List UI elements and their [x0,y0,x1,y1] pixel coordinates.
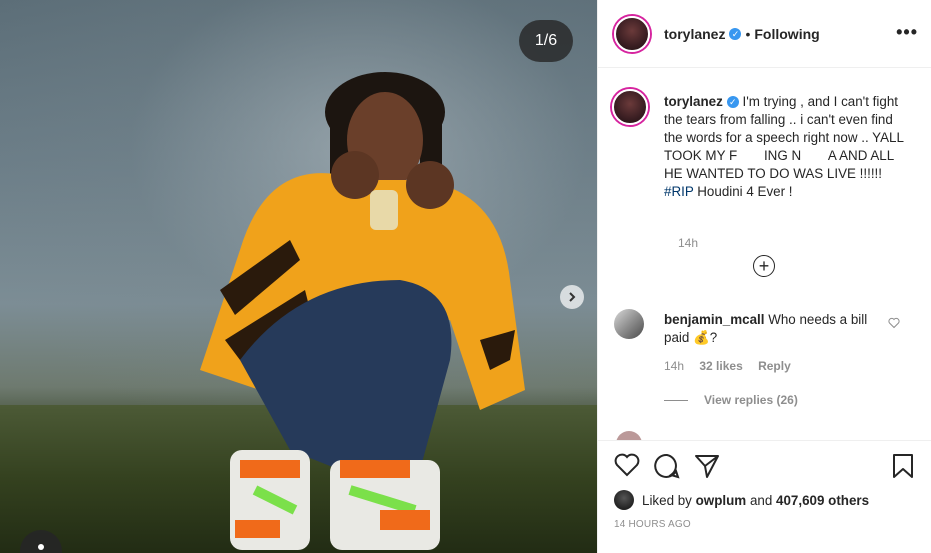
hashtag-link[interactable]: #RIP [664,184,694,199]
comment-text: benjamin_mcall Who needs a bill paid 💰? [664,311,889,347]
view-replies-label: View replies (26) [704,393,798,407]
person-figure [200,72,525,550]
verified-icon: ✓ [726,96,739,109]
likes-and: and [749,492,773,508]
commenter-username[interactable]: benjamin_mcall [664,312,764,327]
post-timestamp[interactable]: 14 HOURS AGO [614,519,691,530]
comment-icon[interactable] [654,453,680,479]
view-replies-button[interactable]: View replies (26) [664,393,798,407]
post-panel: torylanez ✓ • Following ••• torylanez ✓ I… [597,0,931,553]
comment-meta: 14h 32 likes Reply [664,359,803,373]
likes-prefix: Liked by [642,492,692,508]
liker-avatar[interactable] [614,490,634,510]
caption-username[interactable]: torylanez [664,94,723,109]
likes-summary: Liked by owplum and 407,609 others [614,490,869,510]
caption-avatar[interactable] [612,89,648,125]
liker-username[interactable]: owplum [696,493,747,508]
caption-text: torylanez ✓ I'm trying , and I can't figh… [664,93,914,201]
comment-time[interactable]: 14h [664,359,684,373]
author-username[interactable]: torylanez [664,26,725,42]
more-icon[interactable]: ••• [896,22,918,43]
plus-circle-icon[interactable]: + [753,255,775,277]
likes-others[interactable]: 407,609 others [776,493,869,508]
caption-body-end: Houdini 4 Ever ! [693,184,793,199]
heart-icon[interactable] [614,453,640,477]
heart-icon[interactable] [888,317,900,329]
commenter-avatar[interactable] [614,309,644,339]
next-comment-avatar [616,431,642,440]
chevron-right-icon[interactable] [560,285,584,309]
comments-section[interactable]: torylanez ✓ I'm trying , and I can't figh… [598,69,931,440]
post-photo[interactable]: 1/6 [0,0,597,553]
reply-button[interactable]: Reply [758,359,791,373]
share-icon[interactable] [694,453,720,479]
replies-line [664,399,688,401]
bookmark-icon[interactable] [892,453,914,479]
actions-area: Liked by owplum and 407,609 others 14 HO… [598,440,931,553]
author-avatar[interactable] [614,15,650,52]
slide-counter: 1/6 [519,20,573,62]
separator-dot: • [745,25,751,42]
caption-time[interactable]: 14h [678,236,698,250]
action-bar [614,453,918,479]
following-button[interactable]: Following [754,26,819,42]
post-header: torylanez ✓ • Following ••• [598,0,931,68]
comment-likes[interactable]: 32 likes [699,359,742,373]
verified-icon: ✓ [729,27,742,40]
